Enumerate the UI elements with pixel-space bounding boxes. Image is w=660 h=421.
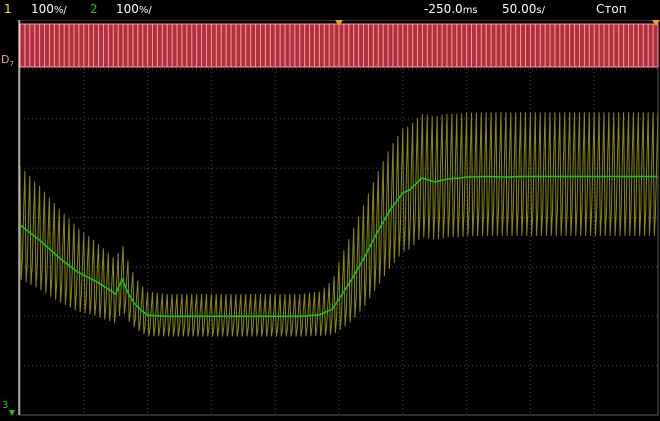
timebase-value: 50.00 bbox=[502, 2, 537, 16]
ch1-number: 1 bbox=[4, 2, 12, 16]
delay-unit: ms bbox=[462, 5, 478, 16]
scope-screen: D7 3 bbox=[0, 0, 660, 421]
ch1-scale[interactable]: 100%/ bbox=[31, 2, 67, 16]
status-bar: 1 100%/ 2 100%/ -250.0ms 50.00s/ Стоп bbox=[0, 0, 660, 20]
ch2-number: 2 bbox=[90, 2, 98, 16]
ch2-scale-value: 100 bbox=[116, 2, 139, 16]
run-state[interactable]: Стоп bbox=[596, 2, 627, 16]
ch1-scale-value: 100 bbox=[31, 2, 54, 16]
ch2-scale[interactable]: 100%/ bbox=[116, 2, 152, 16]
digital-channel-d7 bbox=[19, 23, 659, 68]
channel-marker-label: 3 bbox=[2, 400, 8, 411]
ch2-scale-unit: %/ bbox=[138, 5, 152, 16]
timebase[interactable]: 50.00s/ bbox=[502, 2, 545, 16]
ch1-scale-unit: %/ bbox=[53, 5, 67, 16]
timebase-unit: s/ bbox=[536, 5, 545, 16]
delay-value: -250.0 bbox=[424, 2, 463, 16]
trigger-delay[interactable]: -250.0ms bbox=[424, 2, 478, 16]
